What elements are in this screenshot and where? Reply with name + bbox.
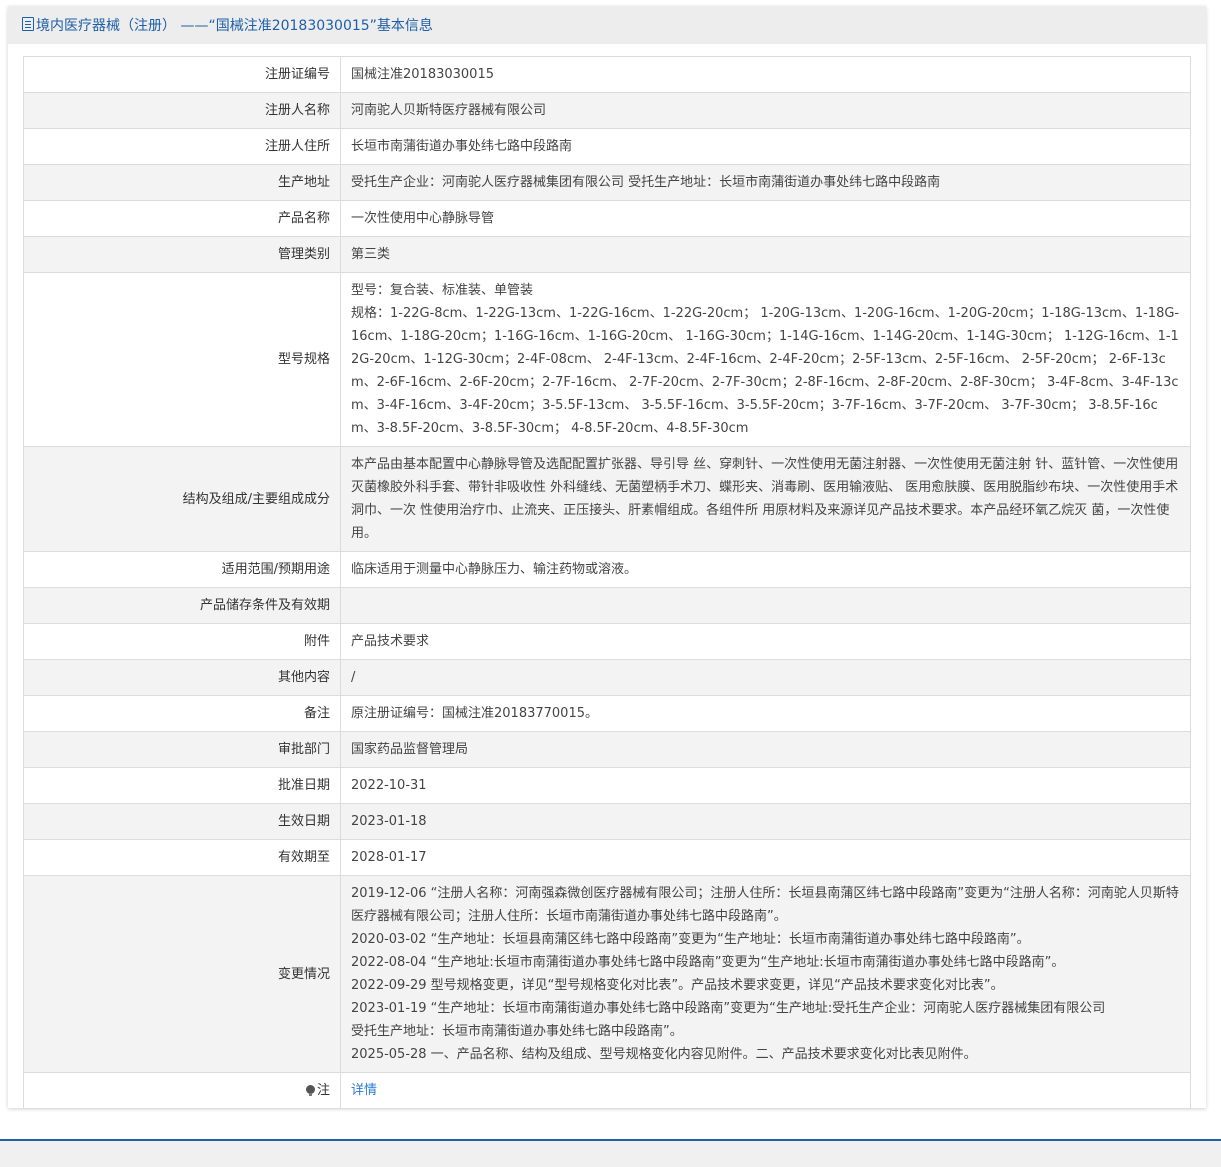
info-row: 管理类别 第三类 [23,236,1191,273]
note-label-cell: 注 [23,1072,341,1109]
field-value-line: 长垣市南蒲街道办事处纬七路中段路南 [351,139,573,154]
field-label: 备注 [23,695,341,732]
field-value-line: 河南驼人贝斯特医疗器械有限公司 [351,103,547,118]
card-header: 境内医疗器械（注册） ——“国械注准20183030015”基本信息 [8,6,1206,44]
field-label: 型号规格 [23,272,341,447]
info-row: 备注 原注册证编号：国械注准20183770015。 [23,695,1191,732]
field-value-line: 2022-09-29 型号规格变更，详见“型号规格变化对比表”。产品技术要求变更… [351,978,1004,993]
field-value: 国械注准20183030015 [340,56,1191,93]
field-value-line: 产品技术要求 [351,634,430,649]
info-row: 产品储存条件及有效期 [23,587,1191,624]
field-value-line: 原注册证编号：国械注准20183770015。 [351,706,598,721]
field-label: 生效日期 [23,803,341,840]
field-value: 长垣市南蒲街道办事处纬七路中段路南 [340,128,1191,165]
field-label: 批准日期 [23,767,341,804]
field-label: 审批部门 [23,731,341,768]
field-value: 国家药品监督管理局 [340,731,1191,768]
field-value-line [351,594,1180,617]
info-row: 其他内容 / [23,659,1191,696]
field-value-line: 2022-10-31 [351,778,427,793]
field-value-line: 2019-12-06 “注册人名称：河南强森微创医疗器械有限公司；注册人住所：长… [351,886,1179,924]
info-row: 注册证编号 国械注准20183030015 [23,56,1191,93]
detail-link[interactable]: 详情 [351,1083,377,1098]
info-row: 附件 产品技术要求 [23,623,1191,660]
field-value: 2028-01-17 [340,839,1191,876]
field-label: 注册证编号 [23,56,341,93]
field-value: / [340,659,1191,696]
field-label: 注册人名称 [23,92,341,129]
note-row: 注 详情 [23,1072,1191,1109]
field-label: 适用范围/预期用途 [23,551,341,588]
info-row: 批准日期 2022-10-31 [23,767,1191,804]
field-value-line: 2023-01-19 “生产地址：长垣市南蒲街道办事处纬七路中段路南”变更为“生… [351,1001,1106,1016]
field-value-line: 2020-03-02 “生产地址：长垣县南蒲区纬七路中段路南”变更为“生产地址：… [351,932,1030,947]
field-label: 有效期至 [23,839,341,876]
field-value-line: 2023-01-18 [351,814,427,829]
field-label: 注册人住所 [23,128,341,165]
info-row: 结构及组成/主要组成成分 本产品由基本配置中心静脉导管及选配配置扩张器、导引导 丝… [23,446,1191,552]
field-value-line: 受托生产企业：河南驼人医疗器械集团有限公司 受托生产地址：长垣市南蒲街道办事处纬… [351,175,941,190]
field-value: 河南驼人贝斯特医疗器械有限公司 [340,92,1191,129]
field-value: 2023-01-18 [340,803,1191,840]
field-value: 本产品由基本配置中心静脉导管及选配配置扩张器、导引导 丝、穿刺针、一次性使用无菌… [340,446,1191,552]
field-value: 2019-12-06 “注册人名称：河南强森微创医疗器械有限公司；注册人住所：长… [340,875,1191,1073]
info-table: 注册证编号 国械注准20183030015 注册人名称 河南驼人贝斯特医疗器械有限公司… [23,56,1191,1109]
field-value-line: 规格：1-22G-8cm、1-22G-13cm、1-22G-16cm、1-22G… [351,306,1180,436]
field-value: 原注册证编号：国械注准20183770015。 [340,695,1191,732]
field-value-line: 临床适用于测量中心静脉压力、输注药物或溶液。 [351,562,638,577]
field-label: 生产地址 [23,164,341,201]
field-label: 附件 [23,623,341,660]
field-label: 管理类别 [23,236,341,273]
field-value-line: 国械注准20183030015 [351,67,494,82]
field-value: 2022-10-31 [340,767,1191,804]
field-value-line: 国家药品监督管理局 [351,742,469,757]
info-row: 生产地址 受托生产企业：河南驼人医疗器械集团有限公司 受托生产地址：长垣市南蒲街道… [23,164,1191,201]
info-row: 注册人名称 河南驼人贝斯特医疗器械有限公司 [23,92,1191,129]
field-label: 产品储存条件及有效期 [23,587,341,624]
field-value-line: / [351,670,356,685]
field-label: 其他内容 [23,659,341,696]
field-value-line: 2028-01-17 [351,850,427,865]
field-value: 第三类 [340,236,1191,273]
page-title: 境内医疗器械（注册） ——“国械注准20183030015”基本信息 [36,18,433,34]
field-value-line: 2022-08-04 “生产地址:长垣市南蒲街道办事处纬七路中段路南”变更为“生… [351,955,1065,970]
field-value: 受托生产企业：河南驼人医疗器械集团有限公司 受托生产地址：长垣市南蒲街道办事处纬… [340,164,1191,201]
field-label: 变更情况 [23,875,341,1073]
info-row: 型号规格 型号：复合装、标准装、单管装规格：1-22G-8cm、1-22G-13c… [23,272,1191,447]
info-row: 适用范围/预期用途 临床适用于测量中心静脉压力、输注药物或溶液。 [23,551,1191,588]
info-row: 变更情况 2019-12-06 “注册人名称：河南强森微创医疗器械有限公司；注册人… [23,875,1191,1073]
field-label: 结构及组成/主要组成成分 [23,446,341,552]
field-value: 产品技术要求 [340,623,1191,660]
lightbulb-icon [305,1085,315,1096]
note-label: 注 [316,1083,330,1098]
field-value: 一次性使用中心静脉导管 [340,200,1191,237]
info-row: 有效期至 2028-01-17 [23,839,1191,876]
field-value-line: 2025-05-28 一、产品名称、结构及组成、型号规格变化内容见附件。二、产品… [351,1047,977,1062]
footer-bar [0,1141,1221,1167]
field-value-line: 受托生产地址：长垣市南蒲街道办事处纬七路中段路南”。 [351,1024,683,1039]
field-value: 型号：复合装、标准装、单管装规格：1-22G-8cm、1-22G-13cm、1-… [340,272,1191,447]
info-row: 审批部门 国家药品监督管理局 [23,731,1191,768]
info-row: 产品名称 一次性使用中心静脉导管 [23,200,1191,237]
document-icon [22,17,34,31]
note-value-cell: 详情 [340,1072,1191,1109]
field-value-line: 一次性使用中心静脉导管 [351,211,495,226]
field-value: 临床适用于测量中心静脉压力、输注药物或溶液。 [340,551,1191,588]
info-row: 注册人住所 长垣市南蒲街道办事处纬七路中段路南 [23,128,1191,165]
field-value-line: 本产品由基本配置中心静脉导管及选配配置扩张器、导引导 丝、穿刺针、一次性使用无菌… [351,457,1179,541]
info-row: 生效日期 2023-01-18 [23,803,1191,840]
field-value [340,587,1191,624]
field-value-line: 型号：复合装、标准装、单管装 [351,283,534,298]
field-label: 产品名称 [23,200,341,237]
field-value-line: 第三类 [351,247,391,262]
